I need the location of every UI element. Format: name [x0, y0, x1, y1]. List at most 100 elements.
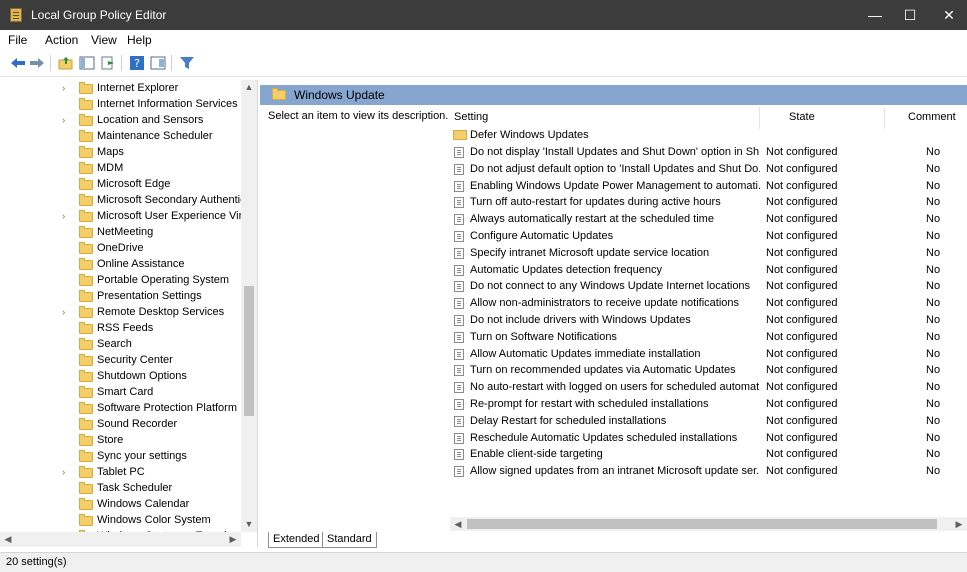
folder-icon: [79, 274, 93, 286]
menu-action[interactable]: Action: [45, 33, 78, 47]
policy-setting-icon: [454, 180, 464, 192]
column-header-setting[interactable]: Setting: [454, 107, 488, 127]
tree-node[interactable]: Maps: [0, 145, 241, 161]
tree-node[interactable]: Portable Operating System: [0, 273, 241, 289]
expand-chevron-icon[interactable]: ›: [62, 115, 72, 127]
table-row[interactable]: Reschedule Automatic Updates scheduled i…: [450, 430, 967, 447]
table-row[interactable]: Configure Automatic Updates Not configure…: [450, 228, 967, 245]
scroll-right-arrow-icon[interactable]: ▶: [225, 532, 241, 546]
row-setting: Turn on recommended updates via Automati…: [470, 364, 736, 377]
tree-node[interactable]: Microsoft Edge: [0, 177, 241, 193]
menu-help[interactable]: Help: [127, 33, 152, 47]
policy-setting-icon: [454, 231, 464, 242]
table-row[interactable]: Turn off auto-restart for updates during…: [450, 194, 967, 211]
tree-node[interactable]: NetMeeting: [0, 225, 241, 241]
status-bar: 20 setting(s): [0, 552, 967, 572]
scroll-down-arrow-icon[interactable]: ▼: [241, 517, 257, 531]
column-header-comment[interactable]: Comment: [908, 107, 956, 127]
up-folder-icon[interactable]: [58, 55, 74, 71]
table-row[interactable]: Do not display 'Install Updates and Shut…: [450, 144, 967, 161]
filter-icon[interactable]: [179, 55, 195, 71]
tree-node[interactable]: › Internet Explorer: [0, 81, 241, 97]
tree-node[interactable]: Task Scheduler: [0, 481, 241, 497]
scroll-thumb[interactable]: [467, 519, 937, 529]
tree-node[interactable]: RSS Feeds: [0, 321, 241, 337]
menu-file[interactable]: File: [8, 33, 27, 47]
tree-node[interactable]: › Location and Sensors: [0, 113, 241, 129]
app-icon: [10, 8, 22, 22]
expand-chevron-icon[interactable]: ›: [62, 307, 72, 319]
table-row[interactable]: Turn on Software Notifications Not config…: [450, 329, 967, 346]
table-row[interactable]: Specify intranet Microsoft update servic…: [450, 245, 967, 262]
table-row[interactable]: Allow signed updates from an intranet Mi…: [450, 463, 967, 480]
tree-node[interactable]: Maintenance Scheduler: [0, 129, 241, 145]
tree-node-label: Portable Operating System: [97, 274, 230, 286]
tree-node[interactable]: Online Assistance: [0, 257, 241, 273]
scroll-up-arrow-icon[interactable]: ▲: [241, 80, 257, 94]
tab-extended[interactable]: Extended: [268, 532, 325, 548]
scroll-right-arrow-icon[interactable]: ▶: [951, 517, 967, 531]
table-row[interactable]: Do not adjust default option to 'Install…: [450, 161, 967, 178]
show-hide-console-tree-icon[interactable]: [79, 55, 95, 71]
table-row[interactable]: Enabling Windows Update Power Management…: [450, 178, 967, 195]
back-arrow-icon[interactable]: [10, 55, 26, 71]
forward-arrow-icon[interactable]: [29, 55, 45, 71]
row-state: Not configured: [766, 381, 838, 394]
tree-node[interactable]: Windows Calendar: [0, 497, 241, 513]
policy-setting-icon: [454, 399, 464, 410]
column-header-state[interactable]: State: [789, 107, 815, 127]
scroll-thumb[interactable]: [244, 286, 254, 416]
table-row[interactable]: Re-prompt for restart with scheduled ins…: [450, 396, 967, 413]
table-row[interactable]: Allow non-administrators to receive upda…: [450, 295, 967, 312]
export-list-icon[interactable]: [100, 55, 116, 71]
table-row[interactable]: Delay Restart for scheduled installation…: [450, 413, 967, 430]
table-row[interactable]: Always automatically restart at the sche…: [450, 211, 967, 228]
tree-node[interactable]: › Remote Desktop Services: [0, 305, 241, 321]
tree-node[interactable]: Sync your settings: [0, 449, 241, 465]
row-setting: Allow signed updates from an intranet Mi…: [470, 465, 760, 478]
tree-node[interactable]: Sound Recorder: [0, 417, 241, 433]
close-button[interactable]: ✕: [926, 0, 967, 30]
tree-node-label: Maps: [97, 146, 124, 158]
scroll-left-arrow-icon[interactable]: ◀: [450, 517, 466, 531]
tree-node[interactable]: Windows Color System: [0, 513, 241, 529]
tree-horizontal-scrollbar[interactable]: ◀ ▶: [0, 532, 241, 547]
tree-node[interactable]: MDM: [0, 161, 241, 177]
table-row[interactable]: Allow Automatic Updates immediate instal…: [450, 346, 967, 363]
tab-standard[interactable]: Standard: [322, 532, 377, 548]
tree-node[interactable]: Software Protection Platform: [0, 401, 241, 417]
table-row[interactable]: Turn on recommended updates via Automati…: [450, 362, 967, 379]
expand-chevron-icon[interactable]: ›: [62, 467, 72, 479]
tree-node[interactable]: Store: [0, 433, 241, 449]
tree-node-label: Smart Card: [97, 386, 154, 398]
table-row[interactable]: Automatic Updates detection frequency Not…: [450, 262, 967, 279]
tree-node[interactable]: › Microsoft User Experience Virtu: [0, 209, 241, 225]
help-icon[interactable]: ?: [129, 55, 145, 71]
table-row[interactable]: No auto-restart with logged on users for…: [450, 379, 967, 396]
properties-icon[interactable]: [150, 55, 166, 71]
table-row[interactable]: Do not include drivers with Windows Upda…: [450, 312, 967, 329]
row-setting: Turn on Software Notifications: [470, 330, 617, 343]
tree-node[interactable]: Internet Information Services: [0, 97, 241, 113]
expand-chevron-icon[interactable]: ›: [62, 83, 72, 95]
tree-node[interactable]: OneDrive: [0, 241, 241, 257]
tree-node[interactable]: Security Center: [0, 353, 241, 369]
tree-node[interactable]: Smart Card: [0, 385, 241, 401]
tree-node[interactable]: Presentation Settings: [0, 289, 241, 305]
details-header: Windows Update: [260, 85, 967, 105]
tree-vertical-scrollbar[interactable]: ▲ ▼: [241, 80, 257, 532]
row-setting: Configure Automatic Updates: [470, 230, 614, 242]
tree-node[interactable]: Microsoft Secondary Authentic: [0, 193, 241, 209]
list-item-folder[interactable]: Defer Windows Updates: [450, 127, 967, 144]
expand-chevron-icon[interactable]: ›: [62, 211, 72, 223]
tree-node[interactable]: › Tablet PC: [0, 465, 241, 481]
table-row[interactable]: Enable client-side targeting Not configur…: [450, 446, 967, 463]
folder-icon: [79, 146, 93, 158]
table-row[interactable]: Do not connect to any Windows Update Int…: [450, 278, 967, 295]
policy-setting-icon: [454, 415, 464, 427]
scroll-left-arrow-icon[interactable]: ◀: [0, 532, 16, 546]
tree-node[interactable]: Search: [0, 337, 241, 353]
tree-node[interactable]: Shutdown Options: [0, 369, 241, 385]
settings-horizontal-scrollbar[interactable]: ◀ ▶: [450, 517, 967, 531]
menu-view[interactable]: View: [91, 33, 117, 47]
